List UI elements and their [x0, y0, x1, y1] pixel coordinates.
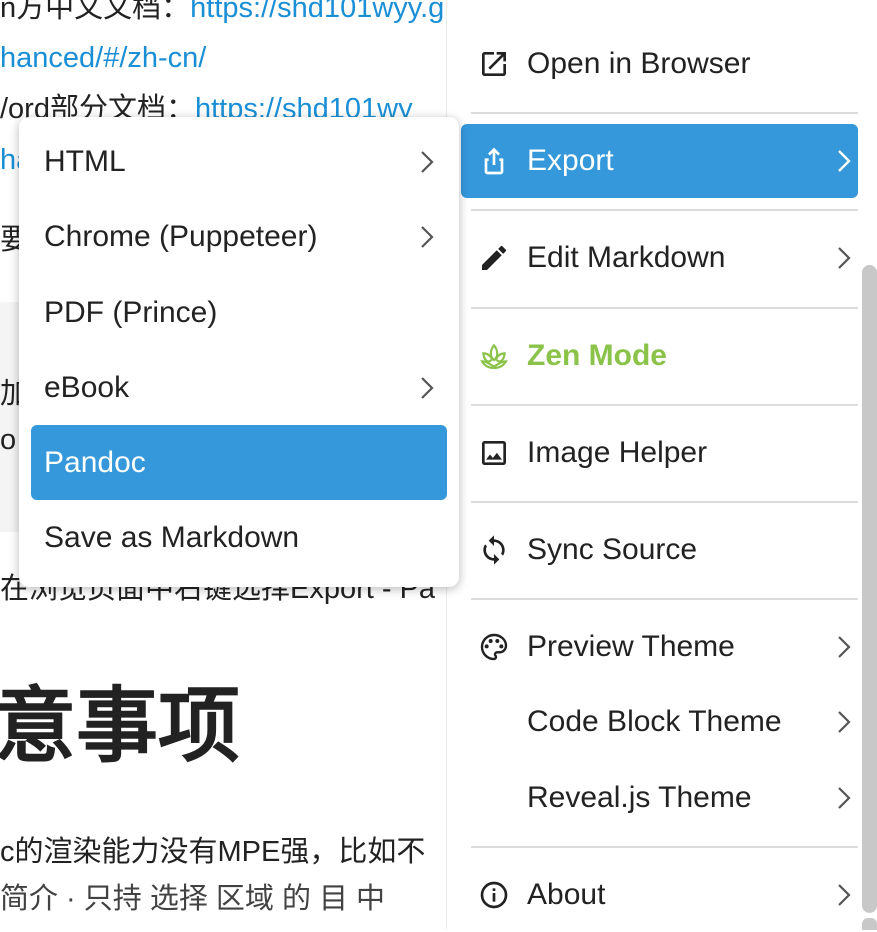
menu-item-label: Export — [527, 144, 614, 177]
sync-icon — [461, 534, 527, 566]
doc-text: o — [0, 424, 17, 456]
pencil-icon — [461, 242, 527, 274]
submenu-item-pandoc[interactable]: Pandoc — [31, 425, 447, 500]
share-icon — [461, 145, 527, 177]
menu-item-image-helper[interactable]: Image Helper — [461, 416, 858, 490]
chevron-right-icon — [407, 149, 447, 175]
menu-item-label: Code Block Theme — [527, 705, 782, 738]
info-icon — [461, 879, 527, 911]
submenu-item-chrome-puppeteer[interactable]: Chrome (Puppeteer) — [31, 199, 447, 274]
doc-line: o — [0, 426, 16, 455]
menu-item-label: Reveal.js Theme — [527, 781, 752, 814]
doc-heading: 意事项 — [0, 679, 241, 774]
doc-link[interactable]: hanced/#/zh-cn/ — [0, 42, 206, 74]
chevron-right-icon — [407, 375, 447, 401]
submenu-item-label: Pandoc — [44, 445, 146, 479]
menu-item-zen-mode[interactable]: Zen Mode — [461, 319, 858, 393]
menu-item-label: Sync Source — [527, 533, 698, 566]
menu-item-code-block-theme[interactable]: Code Block Theme — [461, 685, 858, 759]
doc-line: n方中文文档：https://shd101wyy.github.io/markd… — [0, 0, 460, 23]
chevron-right-icon — [830, 146, 858, 176]
menu-item-label: Preview Theme — [527, 630, 735, 663]
menu-separator — [471, 404, 858, 406]
menu-separator — [471, 598, 858, 600]
menu-item-about[interactable]: About — [461, 858, 858, 932]
menu-separator — [471, 501, 858, 503]
menu-item-label: Open in Browser — [527, 47, 751, 80]
menu-separator — [471, 307, 858, 309]
menu-item-export[interactable]: Export — [461, 124, 858, 198]
doc-link[interactable]: https://shd101wyy.github.io/markdown- — [190, 0, 460, 24]
submenu-item-html[interactable]: HTML — [31, 124, 447, 199]
submenu-item-label: Chrome (Puppeteer) — [44, 219, 318, 253]
external-link-icon — [461, 48, 527, 80]
doc-text: n方中文文档： — [0, 0, 191, 24]
menu-separator — [471, 209, 858, 211]
chevron-right-icon — [830, 632, 858, 662]
menu-item-label: Zen Mode — [527, 339, 667, 372]
menu-item-sync-source[interactable]: Sync Source — [461, 513, 858, 587]
palette-icon — [461, 631, 527, 663]
submenu-item-ebook[interactable]: eBook — [31, 350, 447, 425]
menu-item-label: About — [527, 878, 606, 911]
scrollbar-thumb[interactable] — [862, 265, 877, 913]
context-menu: Open in Browser Export Edit Markdown Zen… — [446, 0, 877, 930]
submenu-item-label: PDF (Prince) — [44, 295, 218, 329]
chevron-right-icon — [407, 224, 447, 250]
menu-item-edit-markdown[interactable]: Edit Markdown — [461, 221, 858, 295]
chevron-right-icon — [830, 783, 858, 813]
chevron-right-icon — [830, 707, 858, 737]
doc-line: hanced/#/zh-cn/ — [0, 44, 206, 73]
submenu-item-label: Save as Markdown — [44, 520, 300, 554]
submenu-item-pdf-prince[interactable]: PDF (Prince) — [31, 275, 447, 350]
menu-separator — [471, 112, 858, 114]
menu-item-label: Edit Markdown — [527, 241, 726, 274]
submenu-item-label: HTML — [44, 144, 126, 178]
menu-item-label: Image Helper — [527, 436, 708, 469]
chevron-right-icon — [830, 243, 858, 273]
export-submenu: HTML Chrome (Puppeteer) PDF (Prince) eBo… — [19, 117, 459, 587]
menu-item-open-in-browser[interactable]: Open in Browser — [461, 27, 858, 101]
submenu-item-label: eBook — [44, 370, 130, 404]
chevron-right-icon — [830, 880, 858, 910]
doc-paragraph: c的渲染能力没有MPE强，比如不 — [0, 836, 426, 868]
menu-item-preview-theme[interactable]: Preview Theme — [461, 610, 858, 684]
doc-paragraph: 简介 · 只持 选择 区域 的 目 中 — [0, 883, 386, 915]
lotus-icon — [461, 340, 527, 372]
menu-separator — [471, 846, 858, 848]
scrollbar-thumb-secondary[interactable] — [862, 918, 877, 930]
image-icon — [461, 437, 527, 469]
menu-item-revealjs-theme[interactable]: Reveal.js Theme — [461, 761, 858, 835]
submenu-item-save-as-markdown[interactable]: Save as Markdown — [31, 500, 447, 575]
